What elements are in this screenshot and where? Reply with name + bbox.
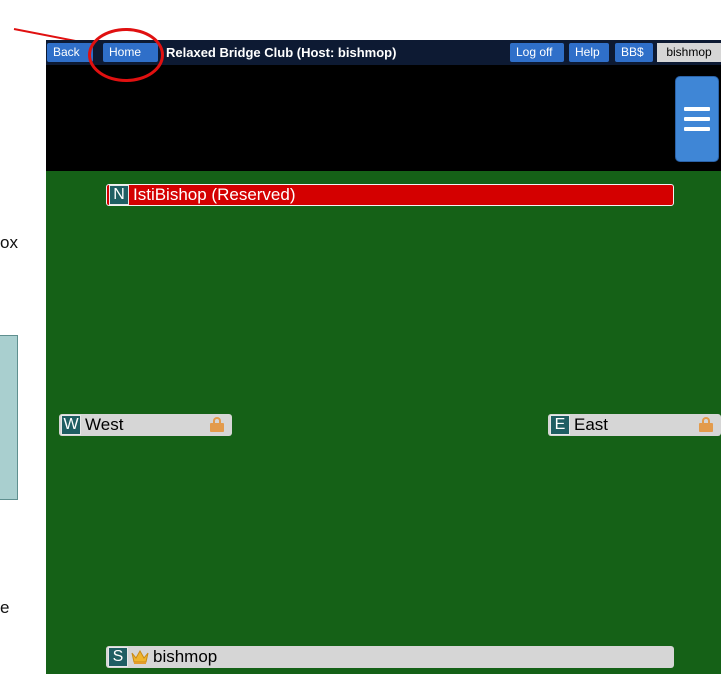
crown-icon	[131, 649, 149, 665]
lock-icon[interactable]	[699, 417, 713, 432]
bbs-button[interactable]: BB$	[615, 43, 653, 62]
home-button[interactable]: Home	[103, 43, 158, 62]
seat-east[interactable]: E East	[548, 414, 721, 436]
top-bar: Back Home Relaxed Bridge Club (Host: bis…	[46, 40, 721, 65]
page-title: Relaxed Bridge Club (Host: bishmop)	[166, 45, 397, 60]
seat-player-west: West	[85, 415, 124, 434]
hamburger-menu-icon[interactable]	[675, 76, 719, 162]
seat-north[interactable]: N IstiBishop (Reserved)	[106, 184, 674, 206]
back-button[interactable]: Back	[47, 43, 93, 62]
bbo-app: Back Home Relaxed Bridge Club (Host: bis…	[46, 40, 721, 674]
seat-player-north: IstiBishop (Reserved)	[133, 185, 296, 204]
help-button[interactable]: Help	[569, 43, 609, 62]
seat-player-south: bishmop	[153, 647, 218, 666]
cropped-side-box	[0, 335, 18, 500]
seat-south[interactable]: S bishmop	[106, 646, 674, 668]
cropped-text-fragment-2: e	[0, 598, 10, 617]
bridge-table: N IstiBishop (Reserved) W West E East S	[46, 171, 721, 674]
logoff-button[interactable]: Log off	[510, 43, 564, 62]
seat-direction-west: W	[61, 415, 81, 435]
cropped-text-fragment: ox	[0, 233, 18, 252]
seat-direction-north: N	[109, 185, 129, 205]
seat-player-east: East	[574, 415, 609, 434]
seat-west[interactable]: W West	[59, 414, 232, 436]
header-band	[46, 65, 721, 171]
seat-direction-east: E	[550, 415, 570, 435]
seat-direction-south: S	[108, 647, 128, 667]
lock-icon[interactable]	[210, 417, 224, 432]
username-tag[interactable]: bishmop	[657, 43, 721, 62]
